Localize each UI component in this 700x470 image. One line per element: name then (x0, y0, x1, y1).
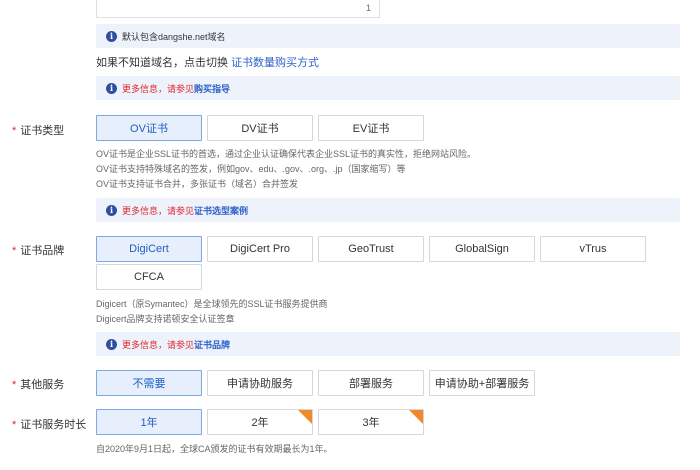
cert-type-info-prefix: 更多信息，请参见 (122, 205, 195, 216)
cert-type-info: i 更多信息，请参见 证书选型案例 (96, 198, 680, 222)
other-service-label: * 其他服务 (12, 379, 65, 391)
cert-brand-label: * 证书品牌 (12, 245, 65, 257)
brand-geotrust[interactable]: GeoTrust (318, 236, 424, 262)
brand-cfca[interactable]: CFCA (96, 264, 202, 290)
cert-type-dv[interactable]: DV证书 (207, 115, 313, 141)
cert-selection-case-link[interactable]: 证书选型案例 (194, 204, 248, 217)
service-duration-description: 自2020年9月1日起，全球CA颁发的证书有效期最长为1年。 (96, 444, 333, 454)
cert-brand-description: Digicert（原Symantec）是全球领先的SSL证书服务提供商 Digi… (96, 299, 328, 324)
info-icon: i (106, 338, 117, 350)
required-star: * (12, 245, 17, 257)
switch-hint-text: 如果不知道域名，点击切换 (96, 57, 228, 69)
cert-type-description: OV证书是企业SSL证书的首选，通过企业认证确保代表企业SSL证书的真实性，拒绝… (96, 149, 477, 189)
buy-guide-prefix: 更多信息，请参见 (122, 83, 195, 94)
service-duration-label: * 证书服务时长 (12, 419, 87, 431)
cert-type-label: * 证书类型 (12, 125, 65, 137)
required-star: * (12, 379, 17, 391)
hot-badge-icon (298, 410, 312, 424)
duration-3-year[interactable]: 3年 (318, 409, 424, 435)
service-apply-assist-deploy[interactable]: 申请协助+部署服务 (429, 370, 535, 396)
cert-brand-info: i 更多信息，请参见 证书品牌 (96, 332, 680, 356)
buy-guide-info: i 更多信息，请参见 购买指导 (96, 76, 680, 100)
brand-globalsign[interactable]: GlobalSign (429, 236, 535, 262)
service-deploy[interactable]: 部署服务 (318, 370, 424, 396)
default-domain-text: 默认包含dangshe.net域名 (122, 31, 226, 42)
buy-guide-link[interactable]: 购买指导 (194, 82, 230, 95)
domain-count-value: 1 (365, 3, 371, 13)
service-none[interactable]: 不需要 (96, 370, 202, 396)
service-apply-assist[interactable]: 申请协助服务 (207, 370, 313, 396)
info-icon: i (106, 30, 117, 42)
switch-hint: 如果不知道域名，点击切换 证书数量购买方式 (96, 54, 319, 70)
duration-2-year[interactable]: 2年 (207, 409, 313, 435)
domain-count-input[interactable]: 1 (96, 0, 380, 18)
cert-type-ov[interactable]: OV证书 (96, 115, 202, 141)
info-icon: i (106, 82, 117, 94)
brand-vtrus[interactable]: vTrus (540, 236, 646, 262)
cert-brand-link[interactable]: 证书品牌 (194, 338, 230, 351)
default-domain-info: i 默认包含dangshe.net域名 (96, 24, 680, 48)
duration-1-year[interactable]: 1年 (96, 409, 202, 435)
required-star: * (12, 419, 17, 431)
required-star: * (12, 125, 17, 137)
brand-digicert[interactable]: DigiCert (96, 236, 202, 262)
info-icon: i (106, 204, 117, 216)
switch-purchase-mode-link[interactable]: 证书数量购买方式 (231, 57, 319, 69)
brand-digicert-pro[interactable]: DigiCert Pro (207, 236, 313, 262)
cert-type-ev[interactable]: EV证书 (318, 115, 424, 141)
cert-brand-info-prefix: 更多信息，请参见 (122, 339, 195, 350)
hot-badge-icon (409, 410, 423, 424)
